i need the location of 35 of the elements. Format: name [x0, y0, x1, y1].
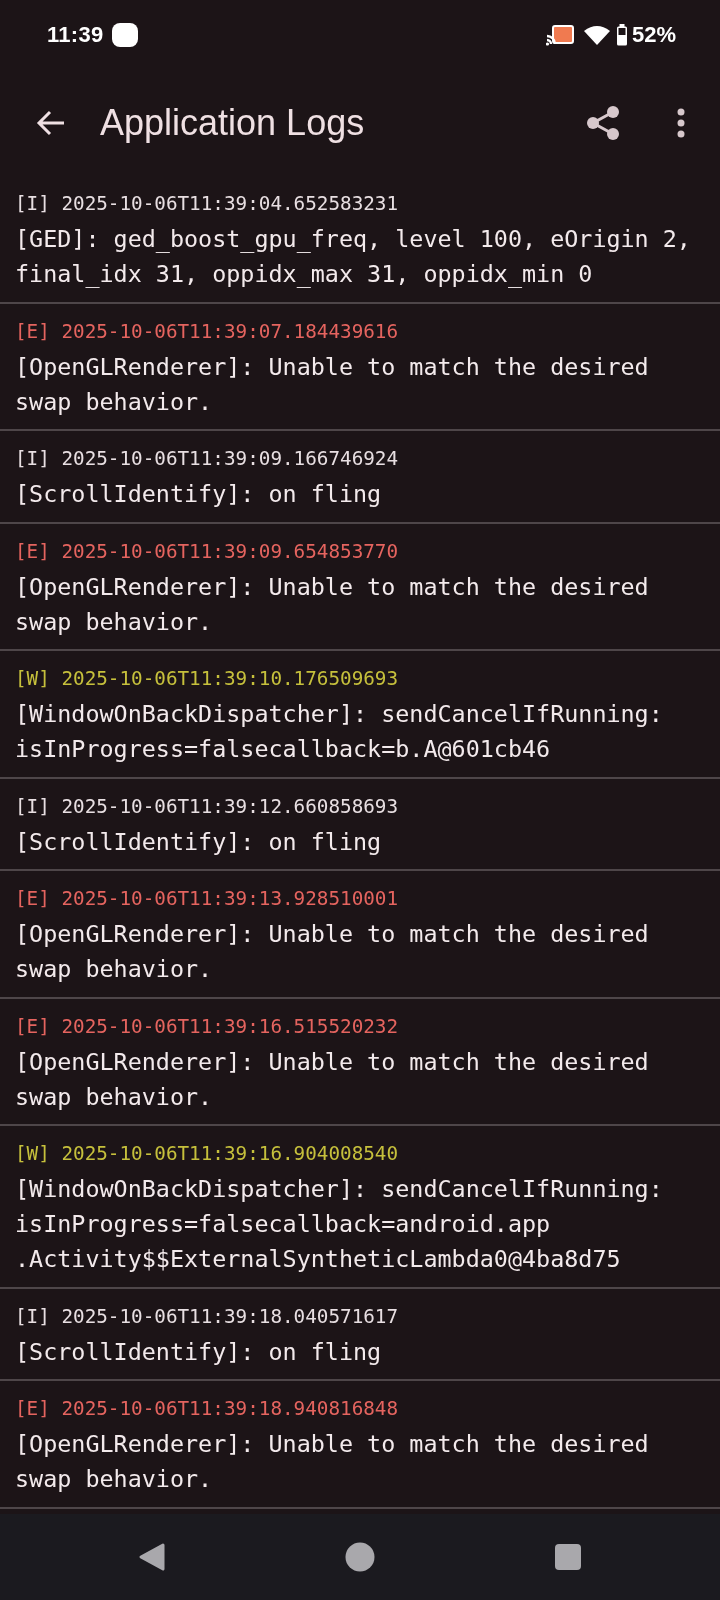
notification-icon	[111, 23, 138, 47]
log-message: [OpenGLRenderer]: Unable to match the desired swap behavior.	[15, 571, 650, 638]
log-header: [E] 2025-10-06T11:39:13.928510001	[15, 886, 400, 912]
log-message: [ScrollIdentify]: on fling	[15, 826, 383, 858]
log-message: [OpenGLRenderer]: Unable to match the desired swap behavior.	[15, 919, 650, 985]
log-message: [OpenGLRenderer]: Unable to match the desired swap behavior.	[15, 351, 650, 418]
log-header: [E] 2025-10-06T11:39:18.940816848	[15, 1396, 400, 1422]
more-options-icon[interactable]	[676, 108, 686, 138]
home-circle-icon[interactable]	[345, 1542, 375, 1572]
log-message: [GED]: ged_boost_gpu_freq, level 100, eOrigin 2, final_idx 31, oppidx_max 31, oppidx_min 0	[15, 224, 692, 290]
log-header: [W] 2025-10-06T11:39:16.904008540	[15, 1141, 400, 1167]
recents-square-icon[interactable]	[554, 1543, 582, 1571]
battery-percent: 52%	[631, 22, 676, 48]
log-message: [OpenGLRenderer]: Unable to match the desired swap behavior.	[15, 1429, 650, 1495]
wifi-icon	[583, 25, 610, 45]
log-message: [WindowOnBackDispatcher]: sendCancelIfRunning: isInProgress=falsecallback=b.A@601cb46	[15, 699, 664, 765]
battery-icon	[615, 24, 628, 46]
log-message: [WindowOnBackDispatcher]: sendCancelIfRunning: isInProgress=falsecallback=android.app .Activity$$ExternalSyntheticLambda0@4ba8d75	[15, 1174, 664, 1275]
page-title: Application Logs	[100, 102, 366, 144]
log-header: [W] 2025-10-06T11:39:10.176509693	[15, 666, 400, 692]
log-header: [I] 2025-10-06T11:39:09.166746924	[15, 446, 400, 472]
share-icon[interactable]	[586, 105, 620, 141]
cast-icon	[545, 24, 574, 46]
status-time: 11:39	[47, 22, 104, 48]
log-header: [I] 2025-10-06T11:39:12.660858693	[15, 793, 400, 820]
log-header: [E] 2025-10-06T11:39:07.184439616	[15, 318, 400, 345]
back-triangle-icon[interactable]	[138, 1542, 166, 1572]
log-header: [E] 2025-10-06T11:39:09.654853770	[15, 538, 400, 565]
log-message: [OpenGLRenderer]: Unable to match the desired swap behavior.	[15, 1046, 650, 1113]
back-arrow-icon[interactable]	[36, 110, 66, 136]
log-message: [ScrollIdentify]: on fling	[15, 1336, 383, 1368]
log-header: [I] 2025-10-06T11:39:04.652583231	[15, 191, 400, 217]
log-header: [E] 2025-10-06T11:39:16.515520232	[15, 1013, 400, 1040]
log-header: [I] 2025-10-06T11:39:18.040571617	[15, 1303, 400, 1330]
log-message: [ScrollIdentify]: on fling	[15, 479, 383, 510]
